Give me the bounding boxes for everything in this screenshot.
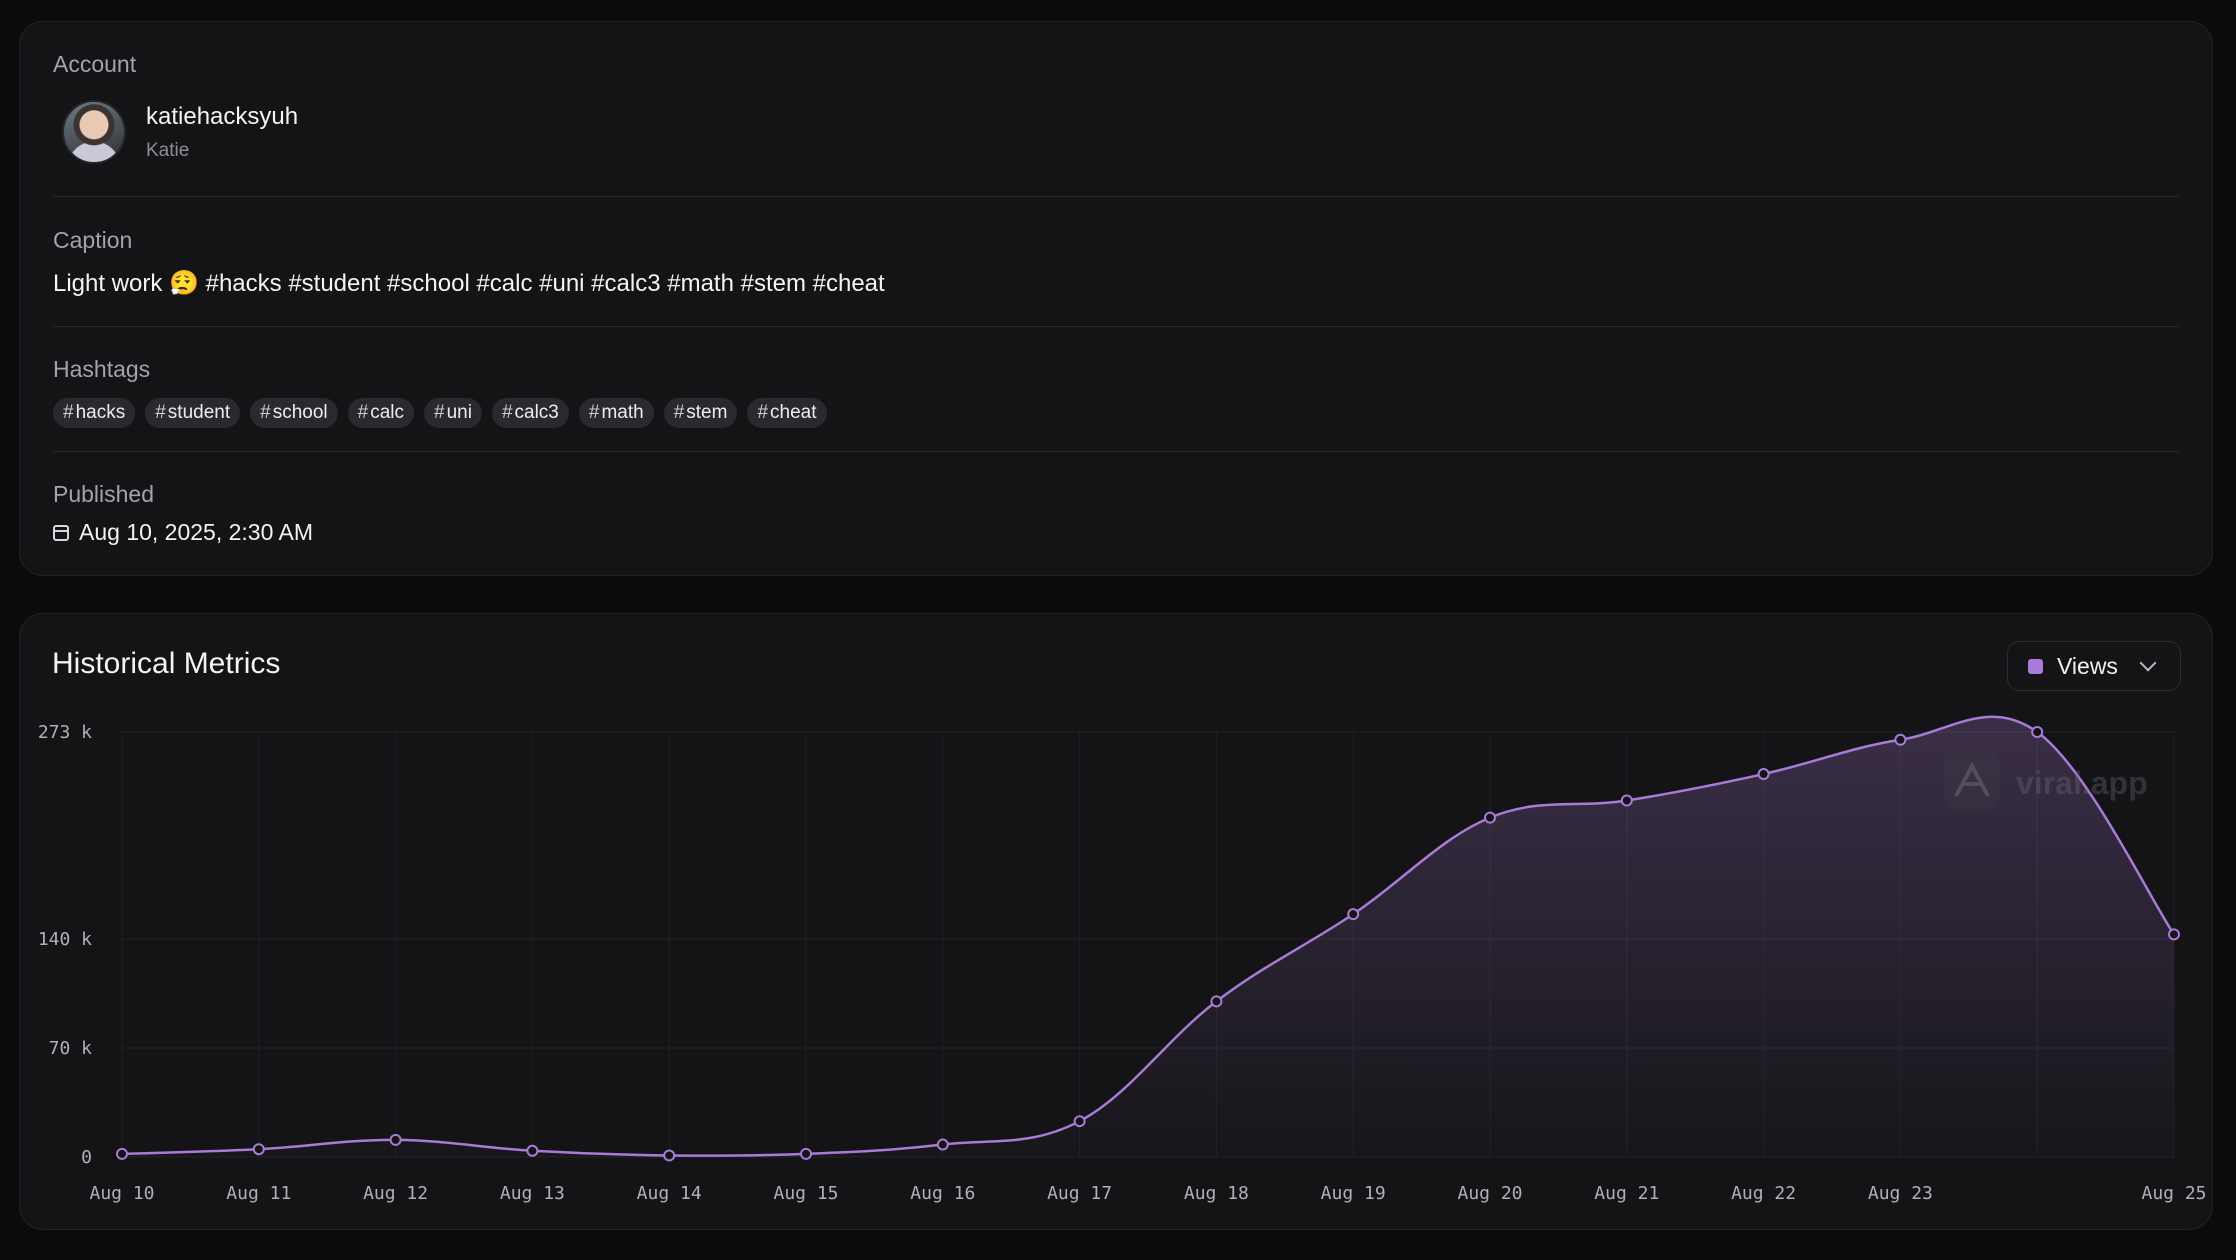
calendar-icon (53, 524, 69, 541)
account-label: Account (53, 51, 137, 77)
hashtag-chip[interactable]: # calc3 (491, 398, 569, 428)
x-tick-label: Aug 17 (1047, 1183, 1112, 1204)
post-details-card: Account katiehacksyuh Katie Caption Ligh… (19, 21, 2213, 576)
x-tick-label: Aug 21 (1594, 1183, 1659, 1204)
x-tick-label: Aug 20 (1457, 1183, 1522, 1204)
caption-text: Light work 😮‍💨 #hacks #student #school #… (53, 270, 885, 297)
views-chart: 0 70 k 140 k 273 k Aug 10 Aug 11 Aug 12 Aug 13 A… (38, 715, 2207, 1204)
hashtag-chip[interactable]: # math (578, 398, 654, 428)
hashtag-chip[interactable]: # student (145, 398, 241, 428)
y-tick-label: 70 k (49, 1038, 93, 1059)
display-name: Katie (146, 140, 190, 161)
published-date: Aug 10, 2025, 2:30 AM (53, 519, 313, 546)
data-point (116, 1147, 128, 1160)
x-tick-label: Aug 25 (2141, 1183, 2206, 1204)
data-point (1484, 811, 1496, 824)
x-tick-label: Aug 10 (89, 1183, 154, 1204)
x-tick-label: Aug 22 (1731, 1183, 1796, 1204)
x-tick-label: Aug 13 (500, 1183, 565, 1204)
hashtag-chip[interactable]: # uni (424, 398, 482, 428)
hashtag-list: # hacks # student # school # calc # uni # calc… (53, 398, 827, 428)
x-tick-label: Aug 14 (637, 1183, 702, 1204)
y-tick-label: 140 k (38, 929, 92, 950)
y-tick-label: 0 (81, 1147, 92, 1168)
data-point (1073, 1115, 1086, 1128)
hashtag-chip[interactable]: # stem (663, 398, 738, 428)
x-tick-label: Aug 23 (1868, 1183, 1933, 1204)
data-point (1757, 768, 1770, 781)
divider (53, 451, 2179, 452)
metric-select-value: Views (2057, 652, 2118, 679)
metric-select[interactable]: Views (2007, 641, 2181, 691)
x-tick-label: Aug 12 (363, 1183, 428, 1204)
caption-label: Caption (53, 227, 133, 253)
data-point (1894, 733, 1907, 746)
data-point (1620, 794, 1633, 807)
x-tick-label: Aug 18 (1184, 1183, 1249, 1204)
hashtag-chip[interactable]: # hacks (53, 398, 136, 428)
viral-app-watermark-text: viral.app (2016, 765, 2148, 801)
chevron-down-icon (2139, 654, 2157, 672)
published-label: Published (53, 481, 155, 507)
divider (53, 196, 2179, 197)
x-tick-label: Aug 15 (773, 1183, 838, 1204)
avatar[interactable] (62, 100, 126, 164)
data-point (663, 1149, 676, 1162)
metrics-title: Historical Metrics (52, 647, 281, 680)
views-area (122, 716, 2174, 1157)
x-tick-label: Aug 16 (910, 1183, 975, 1204)
data-point (252, 1143, 265, 1156)
y-tick-label: 273 k (38, 722, 92, 743)
data-point (936, 1138, 949, 1151)
data-point (800, 1147, 812, 1160)
metric-color-swatch (2028, 658, 2043, 674)
hashtag-chip[interactable]: # school (250, 398, 338, 428)
data-point (1210, 995, 1223, 1008)
data-point (389, 1133, 402, 1146)
published-value: Aug 10, 2025, 2:30 AM (79, 519, 314, 545)
hashtags-label: Hashtags (53, 356, 151, 382)
hashtag-chip[interactable]: # cheat (747, 398, 827, 428)
x-tick-label: Aug 19 (1321, 1183, 1386, 1204)
divider (53, 326, 2179, 327)
hashtag-chip[interactable]: # calc (347, 398, 414, 428)
x-tick-label: Aug 11 (226, 1183, 291, 1204)
data-point (2031, 726, 2044, 738)
data-point (1347, 908, 1360, 921)
historical-metrics-card: 0 70 k 140 k 273 k Aug 10 Aug 11 Aug 12 Aug 13 A… (19, 613, 2213, 1230)
data-point (2168, 928, 2180, 941)
data-point (526, 1144, 539, 1157)
username[interactable]: katiehacksyuh (146, 103, 298, 131)
